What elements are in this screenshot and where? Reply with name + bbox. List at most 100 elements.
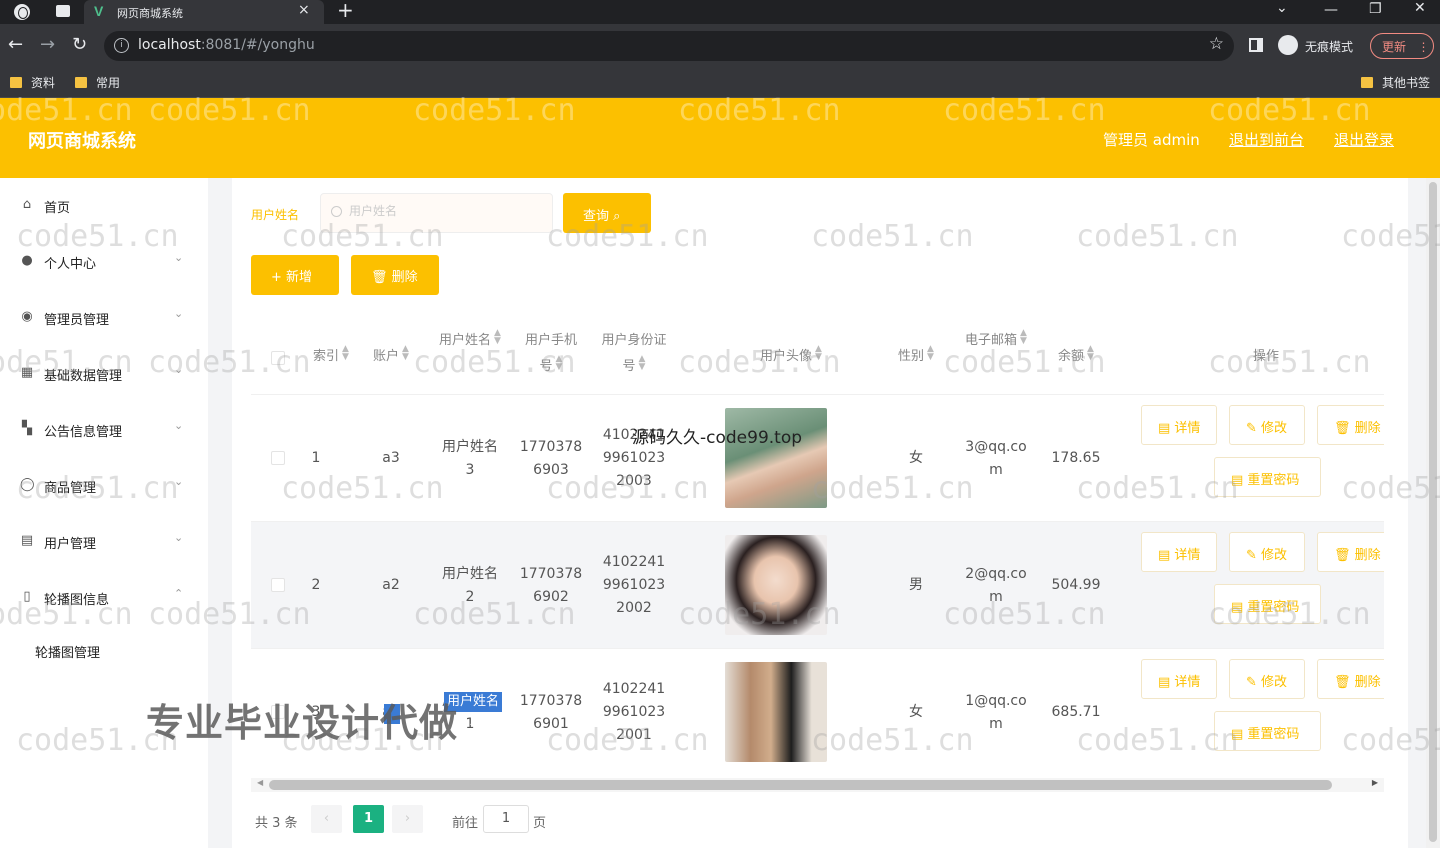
window-icon[interactable]: [56, 5, 70, 17]
reset-password-button[interactable]: ▤ 重置密码: [1214, 457, 1321, 497]
sort-icon[interactable]: ▲ ▼: [1087, 345, 1094, 362]
logout-link[interactable]: 退出登录: [1334, 129, 1394, 150]
reset-password-button[interactable]: ▤ 重置密码: [1214, 711, 1321, 751]
forward-icon[interactable]: →: [40, 34, 55, 55]
th-email[interactable]: 电子邮箱 ▲ ▼: [963, 316, 1029, 401]
window-close-icon[interactable]: ✕: [1414, 0, 1426, 16]
scroll-left-icon[interactable]: ◀: [257, 778, 263, 787]
prev-page-button[interactable]: ‹: [311, 805, 342, 833]
sort-icon[interactable]: ▲ ▼: [1020, 329, 1027, 346]
sort-icon[interactable]: ▲ ▼: [556, 355, 563, 372]
reset-password-button[interactable]: ▤ 重置密码: [1214, 584, 1321, 624]
scroll-thumb[interactable]: [269, 780, 1332, 790]
content-panel: 用户姓名 查询 ⌕ + 新增 🗑 删除 索引▲▼ 账户▲▼ 用户姓名▲▼ 用户手…: [232, 178, 1408, 848]
th-account[interactable]: 账户 ▲ ▼: [361, 316, 421, 401]
tiles-icon: ▚: [22, 421, 32, 436]
edit-button[interactable]: ✎ 修改: [1229, 532, 1305, 572]
close-icon[interactable]: ×: [298, 2, 310, 18]
row-delete-button[interactable]: 🗑 删除: [1317, 659, 1384, 699]
table-row: 2 a2 用户姓名2 17703786902 41022419961023200…: [251, 521, 1384, 648]
page-button[interactable]: 1: [353, 805, 384, 833]
back-icon[interactable]: ←: [8, 34, 23, 55]
info-icon[interactable]: i: [114, 38, 129, 53]
th-index[interactable]: 索引 ▲ ▼: [301, 316, 361, 401]
query-button[interactable]: 查询 ⌕: [563, 193, 651, 233]
chevron-up-icon: ⌃: [174, 587, 184, 600]
promo-watermark: 专业毕业设计代做: [146, 701, 459, 745]
url-field[interactable]: i localhost:8081/#/yonghu ☆: [104, 31, 1234, 61]
select-all-checkbox[interactable]: [271, 351, 285, 365]
scroll-thumb[interactable]: [1429, 182, 1437, 842]
chevron-down-icon: ⌄: [174, 475, 184, 488]
search-label: 用户姓名: [251, 208, 300, 222]
pager-total: 共 3 条: [255, 816, 298, 831]
sidebar-item-carousel[interactable]: ▯ 轮播图信息 ⌃: [0, 578, 208, 618]
back-to-front-link[interactable]: 退出到前台: [1229, 129, 1304, 150]
reload-icon[interactable]: ↻: [72, 34, 87, 55]
search-input[interactable]: [349, 204, 539, 218]
sidebar-item-label: 个人中心: [44, 257, 97, 272]
row-delete-button[interactable]: 🗑 删除: [1317, 405, 1384, 445]
sidebar-item-home[interactable]: ⌂ 首页: [0, 186, 208, 226]
row-checkbox[interactable]: [271, 451, 285, 465]
edit-button[interactable]: ✎ 修改: [1229, 405, 1305, 445]
sidebar-item-base-data[interactable]: ▦ 基础数据管理 ⌄: [0, 354, 208, 394]
row-checkbox[interactable]: [271, 578, 285, 592]
cell-phone: 17703786902: [519, 565, 583, 605]
new-tab-icon[interactable]: +: [337, 0, 354, 22]
sidebar-item-notices[interactable]: ▚ 公告信息管理 ⌄: [0, 410, 208, 450]
next-page-button[interactable]: ›: [392, 805, 423, 833]
vertical-scrollbar[interactable]: [1426, 178, 1440, 848]
user-avatar[interactable]: [725, 662, 827, 762]
sort-icon[interactable]: ▲ ▼: [402, 345, 409, 362]
horizontal-scrollbar[interactable]: ◀ ▶: [251, 778, 1384, 792]
th-balance[interactable]: 余额 ▲ ▼: [1041, 316, 1111, 401]
sort-icon[interactable]: ▲ ▼: [639, 355, 646, 372]
globe-icon[interactable]: [14, 4, 30, 20]
user-avatar[interactable]: [725, 535, 827, 635]
sidebar-item-goods[interactable]: ◯ 商品管理 ⌄: [0, 466, 208, 506]
sidebar-item-label: 轮播图信息: [44, 593, 110, 608]
sort-icon[interactable]: ▲ ▼: [342, 345, 349, 362]
page-jump-input[interactable]: 1: [483, 805, 529, 833]
browser-tab[interactable]: V 网页商城系统 ×: [84, 0, 324, 24]
th-idcard[interactable]: 用户身份证号 ▲ ▼: [600, 316, 668, 401]
detail-button[interactable]: ▤ 详情: [1141, 659, 1217, 699]
chevron-down-icon[interactable]: ⌄: [1276, 0, 1288, 16]
minimize-icon[interactable]: —: [1324, 2, 1338, 18]
sort-icon[interactable]: ▲ ▼: [494, 329, 501, 346]
sidebar-item-users[interactable]: ▤ 用户管理 ⌄: [0, 522, 208, 562]
app-header: 网页商城系统 管理员 admin 退出到前台 退出登录: [0, 98, 1440, 178]
bookmark-folder[interactable]: 资料: [10, 74, 55, 91]
th-name[interactable]: 用户姓名 ▲ ▼: [439, 316, 501, 401]
other-bookmarks[interactable]: 其他书签: [1361, 74, 1430, 91]
cell-index: 2: [311, 577, 321, 593]
th-phone[interactable]: 用户手机号 ▲ ▼: [519, 316, 583, 401]
bookmark-folder[interactable]: 常用: [75, 74, 120, 91]
sidebar-item-admins[interactable]: ◉ 管理员管理 ⌄: [0, 298, 208, 338]
sidebar: ⌂ 首页 ● 个人中心 ⌄ ◉ 管理员管理 ⌄ ▦ 基础数据管理 ⌄ ▚ 公告信…: [0, 178, 208, 848]
th-avatar[interactable]: 用户头像 ▲ ▼: [721, 316, 861, 401]
cell-idcard: 410224199610232003: [602, 427, 666, 489]
sort-icon[interactable]: ▲ ▼: [927, 345, 934, 362]
add-button[interactable]: + 新增: [251, 255, 339, 295]
scroll-right-icon[interactable]: ▶: [1372, 778, 1378, 787]
tab-title: 网页商城系统: [117, 7, 183, 20]
detail-button[interactable]: ▤ 详情: [1141, 405, 1217, 445]
sidebar-item-profile[interactable]: ● 个人中心 ⌄: [0, 242, 208, 282]
side-panel-icon[interactable]: [1249, 38, 1263, 52]
restore-icon[interactable]: ❐: [1369, 1, 1382, 17]
pager-unit-label: 页: [533, 816, 547, 831]
row-delete-button[interactable]: 🗑 删除: [1317, 532, 1384, 572]
update-button[interactable]: 更新 ⋮: [1370, 33, 1434, 59]
delete-button[interactable]: 🗑 删除: [351, 255, 439, 295]
th-gender[interactable]: 性别 ▲ ▼: [881, 316, 951, 401]
search-field[interactable]: [320, 193, 553, 233]
bookmark-star-icon[interactable]: ☆: [1209, 34, 1224, 54]
sidebar-item-label: 首页: [44, 201, 71, 216]
sort-icon[interactable]: ▲ ▼: [815, 345, 822, 362]
detail-button[interactable]: ▤ 详情: [1141, 532, 1217, 572]
sidebar-subitem-carousel-manage[interactable]: 轮播图管理: [35, 642, 100, 661]
edit-button[interactable]: ✎ 修改: [1229, 659, 1305, 699]
chevron-down-icon: ⌄: [174, 531, 184, 544]
